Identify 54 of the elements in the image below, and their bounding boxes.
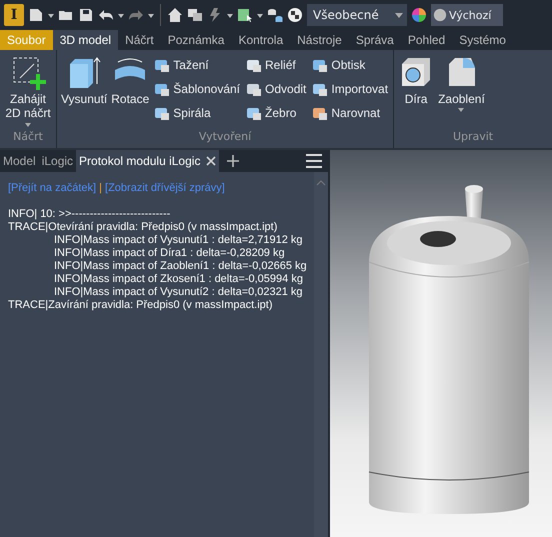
- checkered-sphere-icon[interactable]: [287, 7, 303, 23]
- ribbon-tab[interactable]: Poznámka: [160, 30, 232, 50]
- ribbon-button[interactable]: Žebro: [244, 102, 308, 124]
- ribbon-button[interactable]: Odvodit: [244, 78, 308, 100]
- save-icon[interactable]: [78, 7, 94, 23]
- panel-tab[interactable]: iLogic: [38, 150, 76, 172]
- database-icon[interactable]: [267, 7, 283, 23]
- group-title: Náčrt: [12, 130, 44, 145]
- ribbon-tab[interactable]: Správa: [348, 30, 401, 50]
- ribbon-tab[interactable]: 3D model: [52, 30, 118, 50]
- ribbon-button[interactable]: Rotace: [110, 54, 150, 130]
- redo-icon[interactable]: [128, 7, 144, 23]
- ribbon-tab[interactable]: Kontrola: [231, 30, 290, 50]
- log-line: INFO|Mass impact of Díra1 : delta=-0,28209 kg: [53, 247, 286, 260]
- ribbon-button[interactable]: Importovat: [310, 78, 390, 100]
- ribbon-tab[interactable]: Nástroje: [290, 30, 349, 50]
- home-icon[interactable]: [167, 7, 183, 23]
- panel-tab[interactable]: Protokol modulu iLogic: [76, 150, 220, 172]
- group-title: Vytvoření: [198, 130, 252, 145]
- ribbon-button[interactable]: Spirála: [152, 102, 242, 124]
- window-icon[interactable]: [237, 7, 253, 23]
- ribbon-tab[interactable]: Systémo: [452, 30, 513, 50]
- ribbon-button[interactable]: Díra: [397, 54, 436, 130]
- log-line: INFO| 10: >>---------------------------: [8, 208, 172, 221]
- log-line: INFO|Mass impact of Vysunutí1 : delta=2,71912 kg: [53, 234, 304, 247]
- log-line: INFO|Mass impact of Zkosení1 : delta=-0,05994 kg: [53, 273, 304, 286]
- log-line: TRACE|Otevírání pravidla: Předpis0 (v massImpact.ipt): [8, 221, 278, 234]
- log-line: INFO|Mass impact of Zaoblení1 : delta=-0,02665 kg: [53, 260, 308, 273]
- ribbon-button[interactable]: Obtisk: [310, 54, 390, 76]
- ribbon-button[interactable]: Zahájit 2D náčrt: [3, 54, 53, 130]
- menu-icon[interactable]: [306, 154, 322, 168]
- ribbon-button[interactable]: Šablonování: [152, 78, 242, 100]
- log-line: INFO|Mass impact of Vysunutí2 : delta=0,02321 kg: [53, 286, 304, 299]
- ribbon-button[interactable]: Vysunutí: [60, 54, 108, 130]
- group-title: Upravit: [452, 130, 494, 145]
- ribbon-tab[interactable]: Náčrt: [118, 30, 161, 50]
- color-wheel-icon[interactable]: [411, 7, 427, 23]
- ribbon-tab[interactable]: Pohled: [400, 30, 452, 50]
- close-icon[interactable]: [206, 156, 216, 166]
- ribbon-button[interactable]: Reliéf: [244, 54, 308, 76]
- style-dropdown[interactable]: Všeobecné: [307, 4, 407, 26]
- panel-tab[interactable]: Model: [0, 150, 39, 172]
- log-line: TRACE|Zavírání pravidla: Předpis0 (v massImpact.ipt): [8, 299, 274, 312]
- lightning-icon[interactable]: [207, 7, 223, 23]
- new-file-icon[interactable]: [28, 7, 44, 23]
- sphere-icon: [433, 8, 447, 22]
- app-logo[interactable]: I: [4, 4, 24, 26]
- appearance-dropdown[interactable]: Výchozí: [431, 4, 503, 26]
- link-separator: |: [99, 182, 102, 194]
- add-tab-icon[interactable]: [227, 155, 240, 167]
- copy-icon[interactable]: [187, 7, 203, 23]
- ribbon-button[interactable]: Zaoblení: [437, 54, 486, 130]
- ribbon-button[interactable]: Narovnat: [310, 102, 390, 124]
- ribbon-button[interactable]: Tažení: [152, 54, 242, 76]
